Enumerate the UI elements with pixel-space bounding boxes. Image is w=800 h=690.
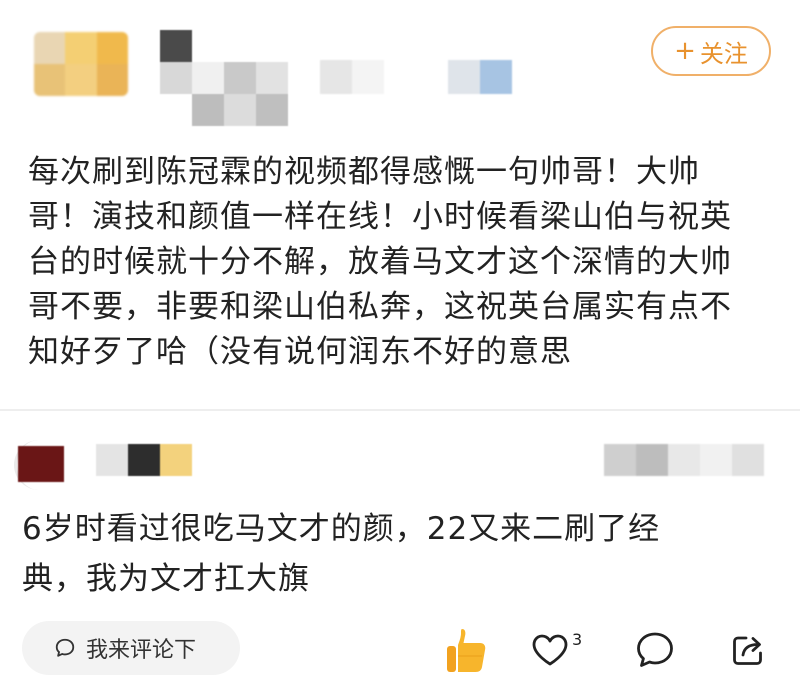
redaction-pixel	[65, 32, 97, 64]
redaction-pixel	[480, 60, 512, 94]
redaction-pixel	[604, 444, 636, 476]
share-icon	[733, 636, 762, 665]
post-meta-blurred	[320, 60, 512, 94]
reply-button[interactable]	[635, 624, 677, 676]
redaction-pixel	[160, 30, 192, 62]
redaction-pixel	[160, 94, 192, 126]
like-button[interactable]: 3	[531, 624, 601, 676]
redaction-pixel	[352, 60, 384, 94]
redaction-pixel	[224, 30, 256, 62]
redaction-pixel	[96, 444, 128, 476]
redaction-pixel	[96, 64, 128, 96]
commenter-avatar-blurred[interactable]	[18, 446, 64, 482]
post-header: + 关注	[0, 0, 800, 140]
share-button[interactable]	[730, 624, 770, 676]
redaction-pixel	[732, 444, 764, 476]
comment-text: 6岁时看过很吃马文才的颜，22又来二刷了经 典，我为文才扛大旗	[22, 504, 762, 604]
thumbs-up-button[interactable]	[444, 624, 490, 676]
redaction-pixel	[700, 444, 732, 476]
comment-input-placeholder: 我来评论下	[86, 638, 197, 663]
redaction-pixel	[34, 32, 66, 64]
post-line: 知好歹了哈（没有说何润东不好的意思	[28, 334, 572, 370]
redaction-pixel	[320, 60, 352, 94]
post-body-text: 每次刷到陈冠霖的视频都得感慨一句帅哥！大帅 哥！演技和颜值一样在线！小时候看梁山…	[28, 150, 780, 375]
redaction-pixel	[256, 30, 288, 62]
redaction-pixel	[384, 60, 416, 94]
comment-line: 6岁时看过很吃马文才的颜，22又来二刷了经	[22, 511, 661, 547]
redaction-pixel	[224, 94, 256, 126]
post-line: 每次刷到陈冠霖的视频都得感慨一句帅哥！大帅	[28, 154, 700, 190]
post-line: 哥不要，非要和梁山伯私奔，这祝英台属实有点不	[28, 289, 732, 325]
like-count: 3	[572, 629, 583, 649]
redaction-pixel	[96, 32, 128, 64]
comment-input[interactable]: 我来评论下	[22, 621, 240, 675]
redaction-pixel	[34, 64, 66, 96]
author-name-blurred	[160, 30, 290, 126]
redaction-pixel	[192, 62, 224, 94]
redaction-pixel	[668, 444, 700, 476]
author-avatar-blurred[interactable]	[34, 32, 128, 96]
redaction-pixel	[192, 30, 224, 62]
comment-line: 典，我为文才扛大旗	[22, 561, 310, 597]
post-line: 哥！演技和颜值一样在线！小时候看梁山伯与祝英	[28, 199, 732, 235]
thumbs-up-icon	[447, 629, 486, 672]
redaction-pixel	[160, 444, 192, 476]
redaction-pixel	[65, 64, 97, 96]
plus-icon: +	[674, 36, 696, 66]
commenter-name-blurred	[96, 444, 196, 476]
post-line: 台的时候就十分不解，放着马文才这个深情的大帅	[28, 244, 732, 280]
redaction-pixel	[224, 62, 256, 94]
follow-label: 关注	[699, 39, 748, 68]
section-divider	[0, 409, 800, 411]
redaction-pixel	[636, 444, 668, 476]
redaction-pixel	[192, 94, 224, 126]
redaction-pixel	[448, 60, 480, 94]
redaction-pixel	[256, 62, 288, 94]
comment-icon	[637, 632, 673, 667]
comment-meta-blurred	[604, 444, 768, 476]
speech-bubble-icon	[55, 638, 75, 657]
redaction-pixel	[256, 94, 288, 126]
redaction-pixel	[128, 444, 160, 476]
follow-button[interactable]: + 关注	[651, 26, 771, 76]
redaction-pixel	[160, 62, 192, 94]
heart-icon	[532, 634, 568, 666]
redaction-pixel	[416, 60, 448, 94]
